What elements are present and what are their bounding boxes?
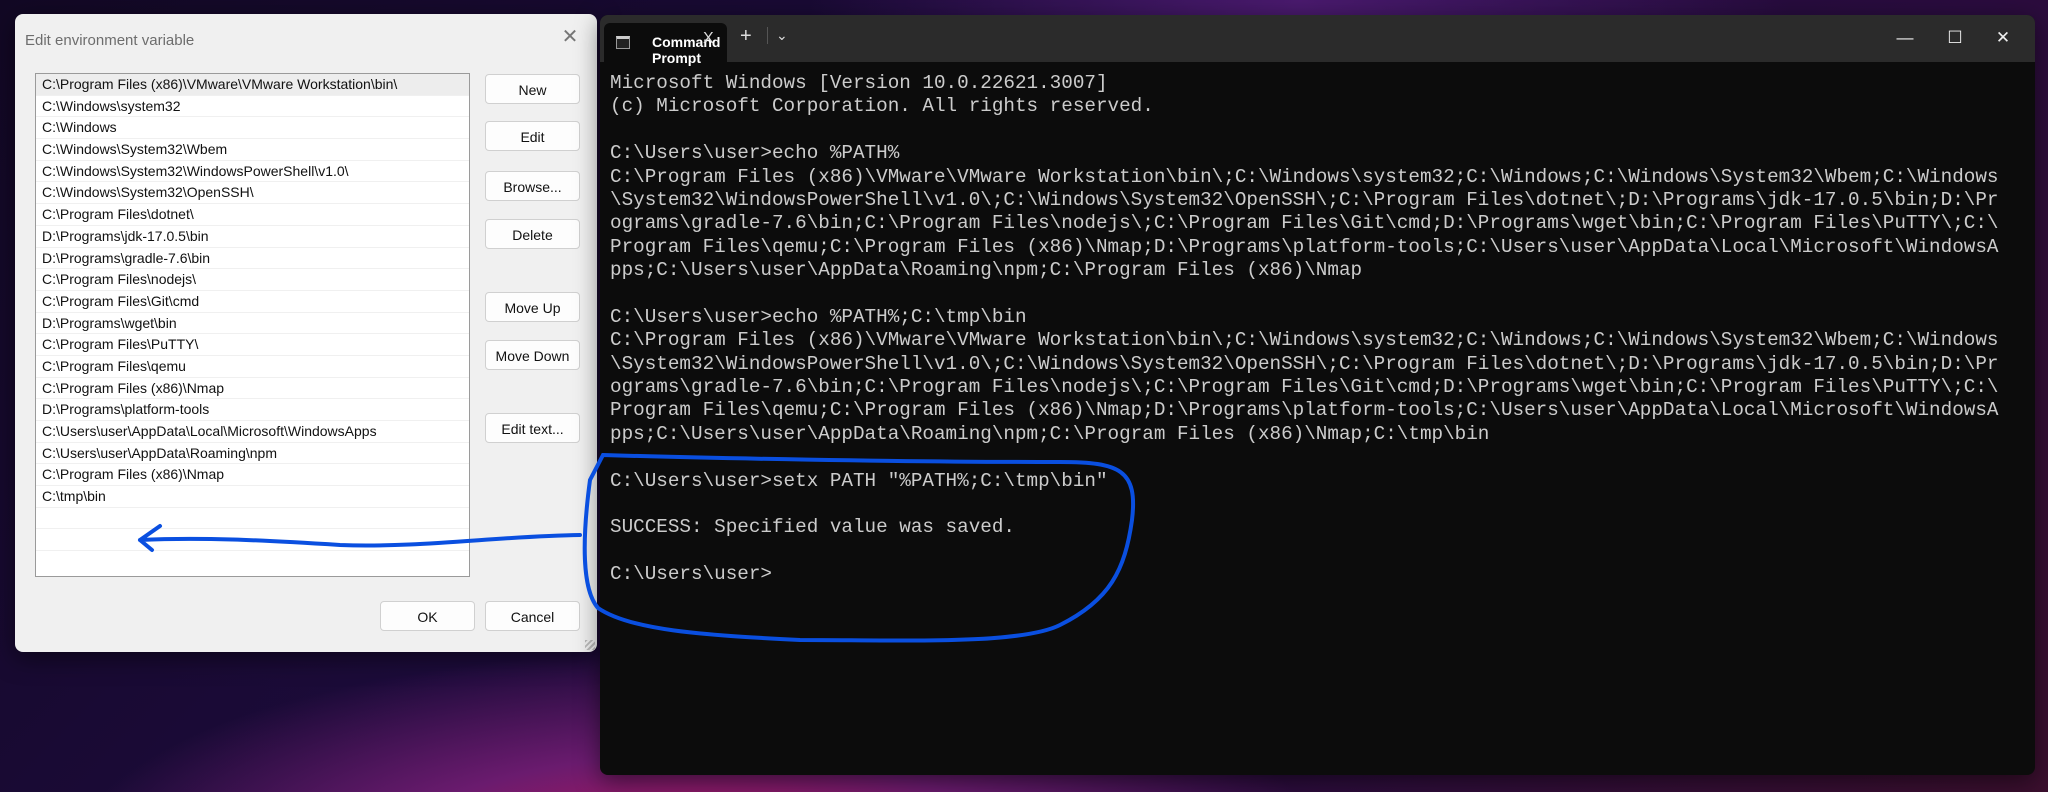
path-list-item[interactable]: C:\Windows\system32	[36, 96, 469, 118]
edit-button[interactable]: Edit	[485, 121, 580, 151]
path-list-item[interactable]: C:\Program Files\nodejs\	[36, 269, 469, 291]
terminal-line: ograms\gradle-7.6\bin;C:\Program Files\n…	[610, 212, 1999, 235]
terminal-line: Program Files\qemu;C:\Program Files (x86…	[610, 399, 1999, 422]
terminal-line: pps;C:\Users\user\AppData\Roaming\npm;C:…	[610, 259, 1363, 282]
edit-environment-variable-dialog: Edit environment variable ✕ C:\Program F…	[15, 14, 597, 652]
path-list-item[interactable]: D:\Programs\wget\bin	[36, 313, 469, 335]
path-list-item[interactable]: D:\Programs\gradle-7.6\bin	[36, 248, 469, 270]
terminal-line: (c) Microsoft Corporation. All rights re…	[610, 95, 1154, 118]
browse-button[interactable]: Browse...	[485, 171, 580, 201]
path-list-item[interactable]: D:\Programs\platform-tools	[36, 399, 469, 421]
path-list-item[interactable]	[36, 508, 469, 530]
terminal-output[interactable]: Microsoft Windows [Version 10.0.22621.30…	[610, 72, 2025, 775]
terminal-line: C:\Program Files (x86)\VMware\VMware Wor…	[610, 329, 1999, 352]
move-down-button[interactable]: Move Down	[485, 340, 580, 370]
command-prompt-window: Command Prompt X + ⌄ — ☐ ✕ Microsoft Win…	[600, 15, 2035, 775]
path-list-item[interactable]: C:\Windows\System32\WindowsPowerShell\v1…	[36, 161, 469, 183]
ok-button[interactable]: OK	[380, 601, 475, 631]
path-list-item[interactable]: C:\Program Files\dotnet\	[36, 204, 469, 226]
tab-title: Command Prompt	[652, 34, 721, 66]
terminal-line: C:\Users\user>	[610, 563, 772, 586]
path-list-item[interactable]: C:\Windows	[36, 117, 469, 140]
cancel-button[interactable]: Cancel	[485, 601, 580, 631]
terminal-line: SUCCESS: Specified value was saved.	[610, 516, 1015, 539]
path-list-item[interactable]: C:\Program Files (x86)\VMware\VMware Wor…	[36, 74, 469, 96]
path-list-item[interactable]	[36, 529, 469, 552]
tab-bar: Command Prompt X + ⌄ — ☐ ✕	[600, 15, 2035, 66]
new-tab-button[interactable]: +	[740, 25, 752, 48]
terminal-line: pps;C:\Users\user\AppData\Roaming\npm;C:…	[610, 422, 1490, 445]
path-list-item[interactable]: C:\tmp\bin	[36, 486, 469, 508]
new-button[interactable]: New	[485, 74, 580, 104]
path-list-item[interactable]: C:\Program Files (x86)\Nmap	[36, 378, 469, 400]
delete-button[interactable]: Delete	[485, 219, 580, 249]
terminal-line: Program Files\qemu;C:\Program Files (x86…	[610, 235, 1999, 258]
terminal-line: \System32\WindowsPowerShell\v1.0\;C:\Win…	[610, 188, 1999, 211]
path-list[interactable]: C:\Program Files (x86)\VMware\VMware Wor…	[35, 73, 470, 577]
resize-grip-icon[interactable]	[585, 640, 595, 650]
minimize-button[interactable]: —	[1885, 23, 1925, 53]
terminal-line: C:\Users\user>echo %PATH%	[610, 142, 900, 165]
maximize-button[interactable]: ☐	[1935, 23, 1975, 53]
terminal-line: Microsoft Windows [Version 10.0.22621.30…	[610, 72, 1108, 94]
path-list-item[interactable]: D:\Programs\jdk-17.0.5\bin	[36, 226, 469, 248]
terminal-line: ograms\gradle-7.6\bin;C:\Program Files\n…	[610, 376, 1999, 399]
tab-command-prompt[interactable]: Command Prompt X	[604, 23, 727, 66]
dialog-close-button[interactable]: ✕	[555, 24, 585, 50]
tab-close-button[interactable]: X	[703, 30, 714, 48]
dialog-title: Edit environment variable	[25, 32, 195, 49]
terminal-line: C:\Program Files (x86)\VMware\VMware Wor…	[610, 165, 1999, 188]
window-close-button[interactable]: ✕	[1983, 23, 2023, 53]
terminal-line: \System32\WindowsPowerShell\v1.0\;C:\Win…	[610, 352, 1999, 375]
path-list-item[interactable]: C:\Windows\System32\Wbem	[36, 139, 469, 161]
edit-text-button[interactable]: Edit text...	[485, 413, 580, 443]
path-list-item[interactable]: C:\Program Files (x86)\Nmap	[36, 464, 469, 487]
tab-dropdown-button[interactable]: ⌄	[767, 27, 788, 44]
path-list-item[interactable]: C:\Users\user\AppData\Local\Microsoft\Wi…	[36, 421, 469, 443]
terminal-icon	[616, 36, 630, 49]
path-list-item[interactable]: C:\Program Files\PuTTY\	[36, 334, 469, 356]
path-list-item[interactable]: C:\Users\user\AppData\Roaming\npm	[36, 443, 469, 465]
terminal-line: C:\Users\user>setx PATH "%PATH%;C:\tmp\b…	[610, 469, 1108, 492]
terminal-line: C:\Users\user>echo %PATH%;C:\tmp\bin	[610, 305, 1027, 328]
move-up-button[interactable]: Move Up	[485, 292, 580, 322]
path-list-item[interactable]: C:\Program Files\qemu	[36, 356, 469, 378]
path-list-item[interactable]: C:\Windows\System32\OpenSSH\	[36, 182, 469, 205]
path-list-item[interactable]: C:\Program Files\Git\cmd	[36, 291, 469, 313]
